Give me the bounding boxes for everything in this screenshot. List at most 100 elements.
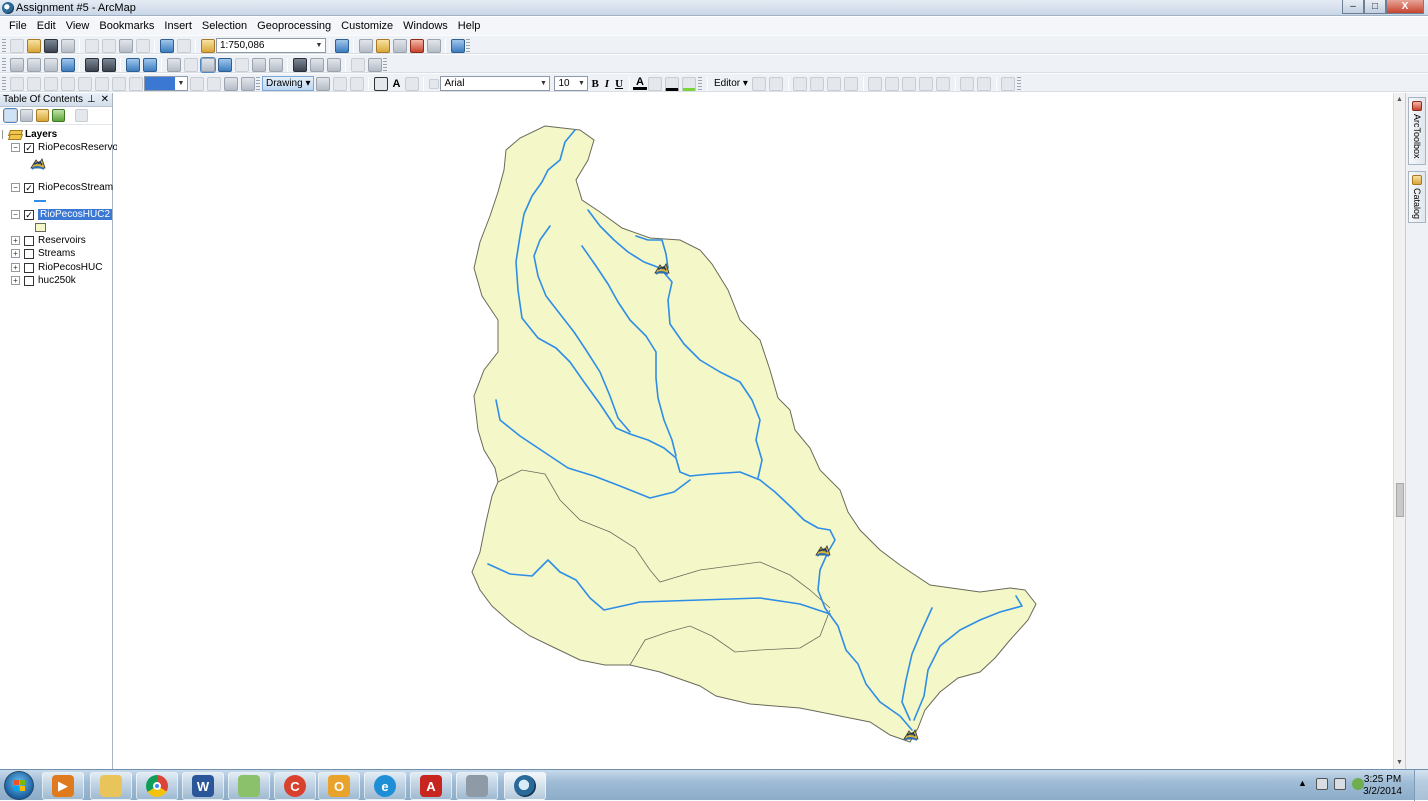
model-builder-icon[interactable]	[450, 38, 465, 53]
find-binoculars-icon[interactable]	[292, 57, 307, 72]
edit-vertices-tool-icon[interactable]	[868, 76, 883, 91]
delete-icon[interactable]	[135, 38, 150, 53]
add-data-icon[interactable]	[200, 38, 215, 53]
new-document-icon[interactable]	[9, 38, 24, 53]
bold-button[interactable]: B	[588, 78, 601, 90]
taskbar-outlook[interactable]: O	[318, 772, 360, 800]
toc-layer-riopecosstream[interactable]: − ✓ RioPecosStream	[11, 181, 113, 194]
python-window-icon[interactable]	[426, 38, 441, 53]
toc-layer-riopecoshuc[interactable]: + RioPecosHUC	[11, 261, 102, 274]
html-popup-icon[interactable]	[251, 57, 266, 72]
underline-button[interactable]: U	[612, 78, 626, 90]
reshape-icon[interactable]	[885, 76, 900, 91]
toolbar-grip-mid2[interactable]	[697, 76, 702, 91]
map-vertical-scrollbar[interactable]: ▲ ▼	[1393, 93, 1405, 769]
layer-visibility-checkbox[interactable]	[24, 275, 34, 286]
show-desktop-button[interactable]	[1414, 770, 1428, 801]
fixed-zoom-in-icon[interactable]	[84, 57, 99, 72]
expand-icon[interactable]: +	[11, 236, 20, 245]
hyperlink-icon[interactable]	[234, 57, 249, 72]
menu-insert[interactable]: Insert	[159, 20, 197, 32]
layout-back-icon[interactable]	[111, 76, 126, 91]
taskbar-acrobat[interactable]: A	[410, 772, 452, 800]
volume-icon[interactable]	[1334, 778, 1346, 790]
taskbar-calculator[interactable]	[456, 772, 498, 800]
polygon-symbol[interactable]	[35, 221, 46, 234]
open-folder-icon[interactable]	[26, 38, 41, 53]
pan-hand-icon[interactable]	[43, 57, 58, 72]
arctoolbox-tab[interactable]: ArcToolbox	[1408, 97, 1426, 165]
scroll-thumb[interactable]	[1396, 483, 1404, 517]
font-family-combo[interactable]: Arial ▼	[440, 76, 551, 91]
change-layout-icon[interactable]	[223, 76, 238, 91]
taskbar-internet-explorer[interactable]: e	[364, 772, 406, 800]
save-icon[interactable]	[43, 38, 58, 53]
catalog-window-icon[interactable]	[375, 38, 390, 53]
maximize-button[interactable]: □	[1364, 0, 1386, 14]
layout-forward-icon[interactable]	[128, 76, 143, 91]
expand-icon[interactable]: +	[11, 249, 20, 258]
layer-visibility-checkbox[interactable]: ✓	[24, 209, 34, 220]
zoom-100-percent-icon[interactable]	[77, 76, 92, 91]
undo-icon[interactable]	[159, 38, 174, 53]
line-color-icon[interactable]	[665, 76, 680, 91]
editor-menu-button[interactable]: Editor ▾	[711, 78, 751, 89]
toc-close-icon[interactable]: ✕	[101, 94, 109, 105]
clock[interactable]: 3:25 PM 3/2/2014	[1363, 774, 1402, 798]
table-of-contents-icon[interactable]	[358, 38, 373, 53]
toolbar-grip-end[interactable]	[1016, 76, 1021, 91]
paste-icon[interactable]	[118, 38, 133, 53]
focus-data-frame-icon[interactable]	[206, 76, 221, 91]
create-features-icon[interactable]	[1001, 76, 1016, 91]
straight-segment-icon[interactable]	[793, 76, 808, 91]
zoom-in-icon[interactable]	[9, 57, 24, 72]
taskbar-photos[interactable]	[228, 772, 270, 800]
chevron-down-icon[interactable]: ▼	[175, 77, 187, 90]
new-text-icon[interactable]: A	[389, 78, 403, 90]
fixed-zoom-out-icon[interactable]	[101, 57, 116, 72]
taskbar-word[interactable]: W	[182, 772, 224, 800]
create-viewer-window-icon[interactable]	[367, 57, 382, 72]
expand-icon[interactable]: +	[11, 276, 20, 285]
redo-icon[interactable]	[176, 38, 191, 53]
drawing-menu-button[interactable]: Drawing ▾	[262, 76, 315, 91]
scroll-up-icon[interactable]: ▲	[1396, 96, 1403, 103]
menu-windows[interactable]: Windows	[398, 20, 453, 32]
map-display[interactable]	[117, 93, 1393, 769]
chevron-down-icon[interactable]: ▼	[575, 77, 587, 90]
editor-toolbar-icon[interactable]	[334, 38, 349, 53]
taskbar-explorer[interactable]	[90, 772, 132, 800]
zoom-whole-page-icon[interactable]	[60, 76, 75, 91]
show-hidden-icons-icon[interactable]: ▲	[1298, 778, 1310, 790]
attributes-icon[interactable]	[960, 76, 975, 91]
taskbar-arcmap[interactable]	[504, 772, 546, 800]
menu-file[interactable]: File	[4, 20, 32, 32]
list-by-drawing-order-icon[interactable]	[2, 108, 18, 123]
arctoolbox-icon[interactable]	[409, 38, 424, 53]
time-slider-icon[interactable]	[350, 57, 365, 72]
toolbar-grip[interactable]	[2, 76, 6, 91]
cut-icon[interactable]	[84, 38, 99, 53]
edit-tool-icon[interactable]	[752, 76, 767, 91]
rectangle-icon[interactable]	[373, 76, 388, 91]
layout-fixed-zoom-icon[interactable]	[94, 76, 109, 91]
toolbar-grip-end[interactable]	[466, 38, 470, 53]
collapse-icon[interactable]: −	[11, 210, 20, 219]
italic-button[interactable]: I	[602, 78, 612, 90]
scroll-down-icon[interactable]: ▼	[1396, 759, 1403, 766]
copy-icon[interactable]	[101, 38, 116, 53]
split-icon[interactable]	[919, 76, 934, 91]
layout-zoom-in-icon[interactable]	[9, 76, 24, 91]
cut-polygons-icon[interactable]	[902, 76, 917, 91]
back-arrow-icon[interactable]	[125, 57, 140, 72]
forward-arrow-icon[interactable]	[142, 57, 157, 72]
pin-icon[interactable]: ⊥	[87, 94, 96, 105]
menu-customize[interactable]: Customize	[336, 20, 398, 32]
rotate-icon[interactable]	[332, 76, 347, 91]
toc-layer-riopecoshuc2[interactable]: − ✓ RioPecosHUC2	[11, 208, 113, 221]
data-driven-pages-icon[interactable]	[240, 76, 255, 91]
layer-visibility-checkbox[interactable]	[24, 235, 34, 246]
zoom-to-selected-elements-icon[interactable]	[349, 76, 364, 91]
menu-help[interactable]: Help	[453, 20, 486, 32]
go-to-xy-icon[interactable]	[326, 57, 341, 72]
